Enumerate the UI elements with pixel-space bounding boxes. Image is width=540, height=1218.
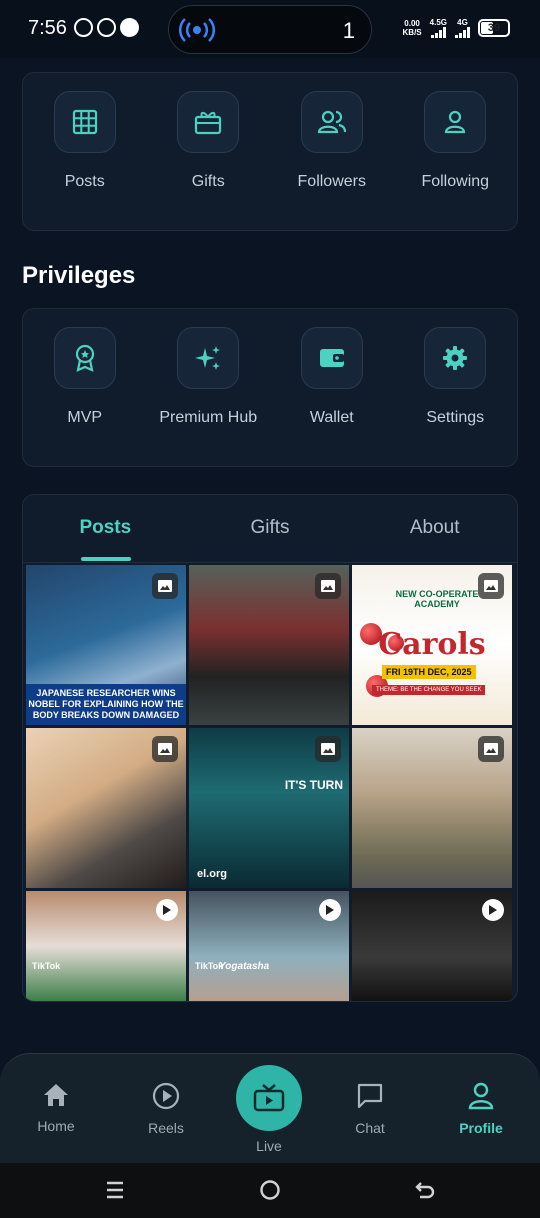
post-caption: NEW CO-OPERATE ACADEMY — [395, 589, 479, 609]
post-caption: Yogatasha — [219, 961, 270, 972]
stat-posts[interactable]: Posts — [25, 91, 145, 191]
tab-gifts[interactable]: Gifts — [188, 495, 353, 562]
stat-gifts[interactable]: Gifts — [148, 91, 268, 191]
content-panel: Posts Gifts About JAPANESE RESEARCHER WI… — [22, 494, 518, 1002]
signal-icon: 4G — [455, 18, 470, 38]
post-thumbnail[interactable] — [352, 728, 512, 888]
menu-icon[interactable] — [104, 1179, 126, 1201]
image-icon — [315, 736, 341, 762]
followers-icon — [300, 91, 363, 153]
post-caption: Carols — [378, 627, 486, 662]
island-count: 1 — [342, 18, 355, 43]
gift-icon — [177, 91, 240, 153]
post-thumbnail[interactable]: JAPANESE RESEARCHER WINS NOBEL FOR EXPLA… — [26, 565, 186, 725]
dynamic-island[interactable]: 1 — [168, 5, 372, 54]
post-thumbnail[interactable]: TikTok Yogatasha — [189, 891, 349, 1001]
stats-card: Posts Gifts Followers Following — [22, 72, 518, 231]
post-caption: THEME: BE THE CHANGE YOU SEEK — [372, 685, 486, 695]
badge-icon — [53, 327, 116, 389]
tab-about[interactable]: About — [352, 495, 517, 562]
stat-followers[interactable]: Followers — [272, 91, 392, 191]
nav-label: Chat — [355, 1120, 385, 1136]
profile-icon — [468, 1082, 494, 1110]
net-speed: 0.00 KB/S — [402, 19, 422, 37]
play-circle-icon — [152, 1082, 180, 1110]
post-caption: JAPANESE RESEARCHER WINS NOBEL FOR EXPLA… — [26, 684, 186, 725]
nav-label: Home — [37, 1118, 75, 1134]
stat-label: Following — [421, 173, 490, 190]
notification-icons — [74, 18, 139, 37]
facebook-icon — [120, 18, 139, 37]
whatsapp-icon — [97, 18, 116, 37]
image-icon — [478, 736, 504, 762]
play-icon — [319, 899, 341, 921]
post-thumbnail[interactable]: NEW CO-OPERATE ACADEMY Carols FRI 19TH D… — [352, 565, 512, 725]
privilege-wallet[interactable]: Wallet — [272, 327, 392, 427]
post-thumbnail[interactable] — [189, 565, 349, 725]
nav-chat[interactable]: Chat — [325, 1082, 415, 1136]
image-icon — [478, 573, 504, 599]
post-thumbnail[interactable]: TikTok — [26, 891, 186, 1001]
post-thumbnail[interactable] — [26, 728, 186, 888]
nav-profile[interactable]: Profile — [436, 1082, 526, 1136]
battery-icon: 39 — [478, 19, 510, 37]
home-circle-icon[interactable] — [259, 1179, 281, 1201]
system-nav — [0, 1163, 540, 1218]
image-icon — [152, 573, 178, 599]
gear-icon — [424, 327, 487, 389]
posts-grid: JAPANESE RESEARCHER WINS NOBEL FOR EXPLA… — [26, 565, 516, 1001]
live-button[interactable] — [236, 1065, 302, 1131]
privilege-premium-hub[interactable]: Premium Hub — [148, 327, 268, 427]
sync-icon — [74, 18, 93, 37]
stat-label: Gifts — [191, 173, 225, 190]
wallet-icon — [300, 327, 363, 389]
privilege-label: Premium Hub — [159, 409, 258, 426]
tab-indicator — [81, 557, 131, 561]
home-icon — [44, 1084, 68, 1106]
person-icon — [424, 91, 487, 153]
bottom-nav: Home Reels Live Chat Profile — [0, 1053, 540, 1163]
privilege-mvp[interactable]: MVP — [25, 327, 145, 427]
chat-icon — [357, 1083, 383, 1109]
signal-icon: 4.5G — [430, 18, 447, 38]
play-icon — [482, 899, 504, 921]
post-thumbnail[interactable]: IT'S TURN el.org — [189, 728, 349, 888]
tab-posts[interactable]: Posts — [23, 495, 188, 562]
play-icon — [156, 899, 178, 921]
profile-tabs: Posts Gifts About — [23, 495, 517, 563]
post-caption: FRI 19TH DEC, 2025 — [382, 665, 476, 679]
grid-icon — [53, 91, 116, 153]
nav-label: Profile — [459, 1120, 503, 1136]
image-icon — [315, 573, 341, 599]
privilege-settings[interactable]: Settings — [395, 327, 515, 427]
nav-reels[interactable]: Reels — [121, 1082, 211, 1136]
privileges-title: Privileges — [22, 262, 136, 289]
sparkles-icon — [177, 327, 240, 389]
privileges-card: MVP Premium Hub Wallet Settings — [22, 308, 518, 467]
image-icon — [152, 736, 178, 762]
status-bar: 7:56 1 0.00 KB/S 4.5G 4G 39 — [0, 0, 540, 58]
status-time: 7:56 — [28, 17, 67, 39]
nav-home[interactable]: Home — [11, 1082, 101, 1134]
post-caption: IT'S TURN — [284, 778, 343, 792]
privilege-label: MVP — [67, 409, 103, 426]
broadcast-icon — [179, 18, 215, 42]
nav-label: Reels — [148, 1120, 184, 1136]
privilege-label: Wallet — [309, 409, 354, 426]
post-caption: TikTok — [32, 961, 61, 971]
stat-following[interactable]: Following — [395, 91, 515, 191]
status-right: 0.00 KB/S 4.5G 4G 39 — [403, 18, 510, 38]
stat-label: Followers — [297, 173, 366, 190]
post-caption: el.org — [197, 868, 227, 880]
live-label: Live — [256, 1138, 282, 1154]
post-thumbnail[interactable] — [352, 891, 512, 1001]
tv-icon — [253, 1084, 285, 1112]
stat-label: Posts — [64, 173, 105, 190]
privilege-label: Settings — [426, 409, 485, 426]
back-icon[interactable] — [414, 1179, 436, 1201]
